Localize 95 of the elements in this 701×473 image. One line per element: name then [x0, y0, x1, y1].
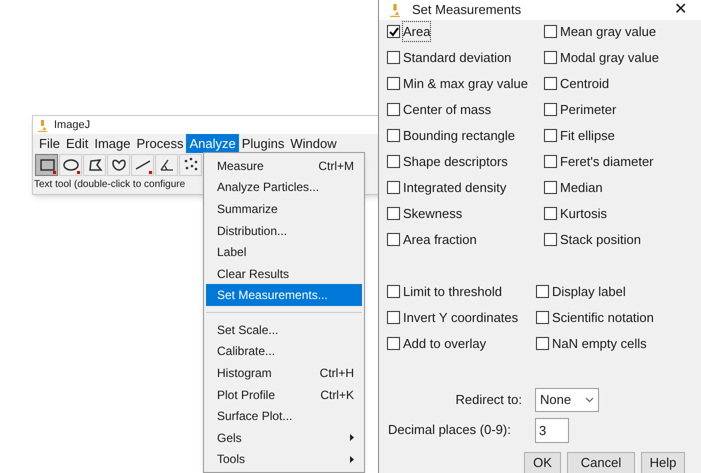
polygon-tool-button[interactable] — [83, 154, 106, 176]
checkbox[interactable] — [544, 129, 557, 142]
redirect-dropdown[interactable]: None — [535, 388, 599, 412]
multipoint-tool-button[interactable] — [179, 154, 202, 176]
menu-item[interactable]: Set Measurements... — [206, 284, 362, 306]
microscope-icon — [37, 118, 48, 132]
microscope-icon — [389, 2, 401, 17]
checkbox-label: Median — [560, 178, 603, 197]
checkbox[interactable] — [387, 311, 400, 324]
menu-item[interactable]: Set Scale... — [206, 319, 362, 341]
checkbox-label: Display label — [552, 282, 626, 301]
menu-item[interactable]: Measure Ctrl+M — [206, 155, 362, 177]
checkbox[interactable] — [387, 337, 400, 350]
checkbox-label: Standard deviation — [403, 48, 512, 67]
checkbox-label: Area — [403, 22, 430, 42]
dialog-title: Set Measurements — [412, 1, 522, 19]
checkbox[interactable] — [544, 103, 557, 116]
decimal-places-input[interactable]: 3 — [535, 418, 569, 442]
checkbox-label: Stack position — [560, 230, 641, 249]
checkbox-label: NaN empty cells — [552, 334, 647, 353]
checkbox-label: Shape descriptors — [403, 152, 508, 171]
menu-item[interactable]: Image — [91, 134, 134, 154]
checkbox-label: Limit to threshold — [403, 282, 502, 301]
checkbox-label: Center of mass — [403, 100, 492, 119]
checkbox[interactable] — [387, 181, 400, 194]
checkbox-label: Scientific notation — [552, 308, 654, 327]
status-text: Text tool (double-click to configure — [33, 178, 186, 192]
checkbox[interactable] — [387, 129, 400, 142]
checkbox[interactable] — [387, 77, 400, 90]
checkbox[interactable] — [544, 155, 557, 168]
checkbox[interactable] — [387, 155, 400, 168]
shortcut-text: Ctrl+M — [318, 158, 354, 175]
checkbox-label: Kurtosis — [560, 204, 607, 223]
menu-item[interactable]: Plugins — [238, 134, 288, 154]
field-label: Decimal places (0-9): — [388, 421, 512, 440]
checkbox[interactable] — [544, 233, 557, 246]
menu-item[interactable]: Label — [206, 241, 362, 263]
submenu-arrow-icon — [350, 434, 354, 442]
field-label: Redirect to: — [454, 390, 522, 409]
checkbox-label: Perimeter — [560, 100, 616, 119]
checkbox-label: Centroid — [560, 74, 610, 93]
checkbox[interactable] — [387, 285, 400, 298]
shortcut-text: Ctrl+K — [320, 386, 354, 404]
checkbox[interactable] — [544, 77, 557, 90]
menu-item[interactable]: Distribution... — [206, 220, 362, 242]
checkbox[interactable] — [387, 103, 400, 116]
checkbox-label: Min & max gray value — [403, 74, 528, 93]
shortcut-text: Ctrl+H — [320, 364, 354, 382]
dialog-button[interactable]: Cancel — [567, 452, 635, 473]
menu-item[interactable]: Histogram Ctrl+H — [206, 362, 362, 384]
checkbox-label: Invert Y coordinates — [403, 308, 518, 327]
checkbox[interactable] — [544, 207, 557, 220]
menu-item[interactable]: Edit — [62, 134, 92, 154]
menu-item[interactable]: Gels — [206, 426, 362, 448]
checkbox-label: Fit ellipse — [560, 126, 615, 145]
line-tool-button[interactable] — [131, 154, 154, 176]
checkbox-label: Mean gray value — [560, 22, 656, 41]
menu-item[interactable]: Tools — [206, 448, 362, 470]
menu-item[interactable]: Summarize — [206, 198, 362, 220]
checkbox-label: Add to overlay — [403, 334, 486, 353]
menu-item[interactable]: Process — [134, 134, 186, 154]
checkbox[interactable] — [387, 25, 400, 38]
angle-tool-button[interactable] — [155, 154, 178, 176]
freehand-tool-button[interactable] — [107, 154, 130, 176]
window-title: ImageJ — [54, 118, 90, 133]
dialog-button[interactable]: Help — [641, 452, 685, 473]
menu-item[interactable]: Plot Profile Ctrl+K — [206, 384, 362, 406]
checkbox-label: Skewness — [403, 204, 462, 223]
checkbox[interactable] — [536, 337, 549, 350]
chevron-down-icon — [585, 396, 594, 402]
menu-item[interactable]: Analyze — [186, 134, 239, 154]
checkbox[interactable] — [544, 25, 557, 38]
checkbox-label: Feret's diameter — [560, 152, 654, 171]
dialog-button[interactable]: OK — [524, 452, 561, 473]
checkbox[interactable] — [387, 233, 400, 246]
checkbox[interactable] — [387, 207, 400, 220]
menu-item[interactable]: Surface Plot... — [206, 405, 362, 427]
oval-tool-button[interactable] — [59, 154, 82, 176]
checkbox[interactable] — [544, 51, 557, 64]
checkbox-label: Integrated density — [403, 178, 506, 197]
menu-item[interactable]: Analyze Particles... — [206, 176, 362, 198]
checkbox[interactable] — [544, 181, 557, 194]
checkbox[interactable] — [536, 311, 549, 324]
checkbox-label: Area fraction — [403, 230, 477, 249]
checkbox-label: Modal gray value — [560, 48, 659, 67]
menu-item[interactable]: File — [36, 134, 63, 154]
checkbox[interactable] — [387, 51, 400, 64]
submenu-arrow-icon — [350, 456, 354, 463]
close-button[interactable]: ✕ — [672, 2, 689, 18]
menu-item[interactable]: Window — [287, 134, 340, 154]
menu-item[interactable]: Clear Results — [206, 262, 362, 284]
menu-item[interactable]: Calibrate... — [206, 340, 362, 362]
checkbox[interactable] — [536, 285, 549, 298]
rectangle-tool-button[interactable] — [35, 154, 58, 176]
checkbox-label: Bounding rectangle — [403, 126, 516, 145]
